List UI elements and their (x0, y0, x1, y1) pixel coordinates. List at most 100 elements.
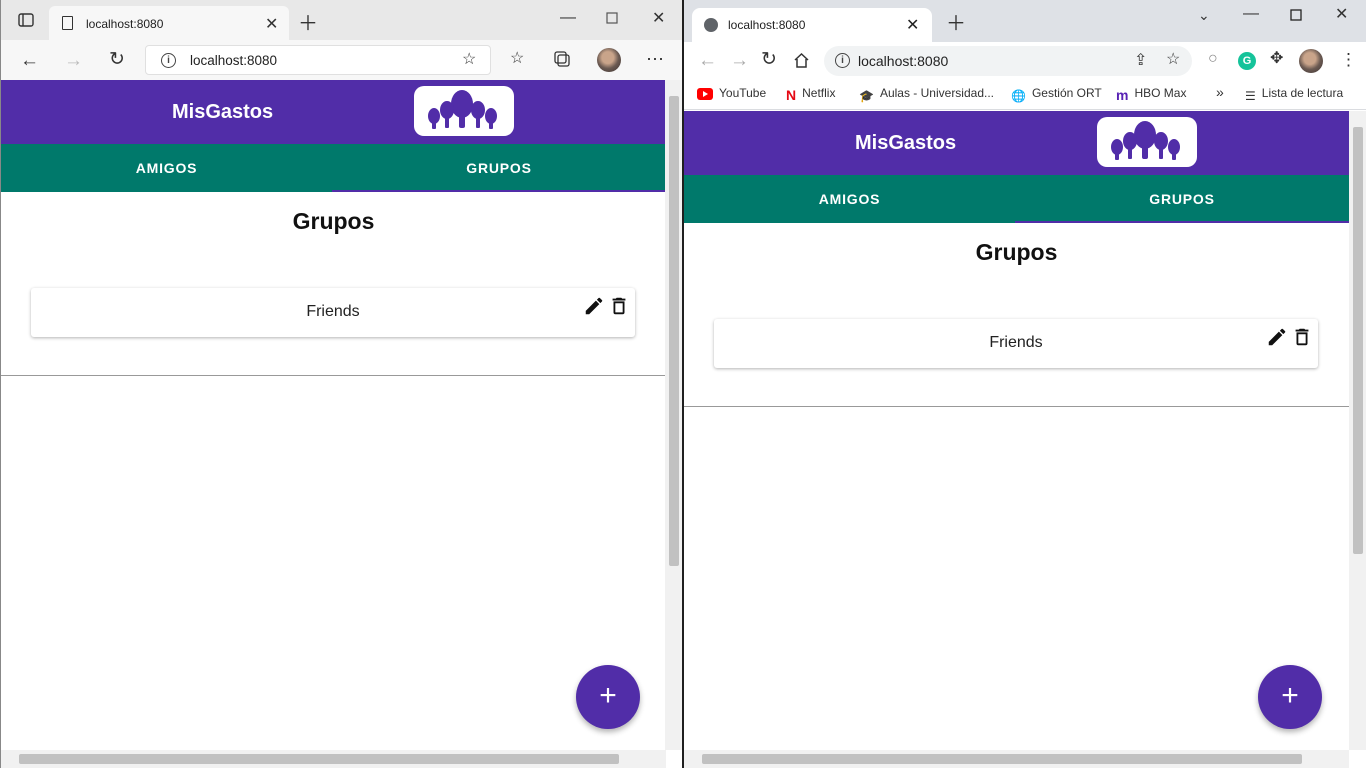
app-header: MisGastos (1, 80, 666, 144)
profile-avatar[interactable] (597, 48, 621, 72)
tab-bar: AMIGOS GRUPOS (684, 175, 1349, 223)
bookmark-aulas[interactable]: 🎓 Aulas - Universidad... (859, 86, 994, 103)
vertical-scrollbar[interactable] (1349, 111, 1366, 750)
edge-window: localhost:8080 ✕ ＋ — ✕ ← → ↻ i localhost… (0, 0, 682, 768)
group-name: Friends (306, 303, 360, 320)
more-icon[interactable]: ⋯ (646, 50, 664, 68)
profile-avatar[interactable] (1299, 49, 1323, 73)
url-text: localhost:8080 (858, 53, 949, 69)
bookmark-label: Aulas - Universidad... (879, 86, 994, 100)
bookmark-gestion-ort[interactable]: 🌐 Gestión ORT (1011, 86, 1102, 103)
globe-icon (704, 18, 718, 32)
extensions-puzzle-icon[interactable]: ✥ (1270, 51, 1283, 67)
menu-icon[interactable]: ⋮ (1340, 51, 1357, 68)
bookmark-star-icon[interactable]: ☆ (1166, 52, 1180, 68)
group-card[interactable]: Friends (714, 319, 1318, 368)
tab-title: localhost:8080 (728, 18, 806, 32)
bookmark-label: Netflix (802, 86, 836, 100)
app-title: MisGastos (172, 101, 274, 123)
divider (684, 406, 1349, 407)
vertical-scroll-thumb[interactable] (1353, 127, 1363, 554)
forward-icon[interactable]: → (730, 51, 749, 70)
delete-icon[interactable] (608, 295, 630, 317)
app-root: MisGastos AMIGOS GRUPOS Grupos Friends + (684, 111, 1349, 750)
bookmark-netflix[interactable]: N Netflix (786, 86, 835, 103)
bookmark-hbo-max[interactable]: m HBO Max (1116, 86, 1186, 103)
chrome-tab-strip: localhost:8080 ✕ ＋ ⌄ — ✕ (684, 0, 1366, 42)
edit-icon[interactable] (1266, 326, 1288, 348)
grammarly-icon[interactable]: G (1238, 52, 1256, 70)
horizontal-scroll-thumb[interactable] (19, 754, 619, 764)
reading-list-icon: ☰ (1245, 89, 1256, 103)
favorites-icon[interactable]: ☆ (510, 51, 524, 67)
site-info-icon[interactable]: i (161, 53, 176, 68)
back-icon[interactable]: ← (698, 51, 717, 70)
edge-toolbar: ← → ↻ i localhost:8080 ☆ ☆ ⋯ (1, 40, 682, 80)
add-group-button[interactable]: + (576, 665, 640, 729)
graduation-cap-icon: 🎓 (859, 89, 874, 103)
page-icon (62, 16, 73, 30)
tab-search-icon[interactable]: ⌄ (1198, 8, 1210, 22)
globe-icon: 🌐 (1011, 89, 1026, 103)
bookmark-label: Gestión ORT (1031, 86, 1102, 100)
chrome-toolbar: ← → ↻ i localhost:8080 ⇪ ☆ ○ G ✥ ⋮ (684, 42, 1366, 80)
group-name: Friends (989, 334, 1043, 351)
horizontal-scrollbar[interactable] (1, 750, 666, 768)
edge-tab[interactable]: localhost:8080 ✕ (49, 6, 289, 40)
tab-grupos[interactable]: GRUPOS (332, 144, 666, 192)
reading-list[interactable]: ☰ Lista de lectura (1245, 86, 1343, 103)
reading-list-label: Lista de lectura (1261, 86, 1344, 100)
group-card[interactable]: Friends (31, 288, 635, 337)
bookmark-label: YouTube (719, 86, 767, 100)
tab-close-icon[interactable]: ✕ (265, 14, 278, 34)
delete-icon[interactable] (1291, 326, 1313, 348)
edit-icon[interactable] (583, 295, 605, 317)
extension-circle-icon[interactable]: ○ (1208, 51, 1218, 67)
window-close-icon[interactable]: ✕ (1335, 7, 1348, 23)
forward-icon[interactable]: → (64, 51, 83, 70)
youtube-icon (697, 88, 713, 103)
tab-close-icon[interactable]: ✕ (906, 15, 919, 35)
divider (1, 375, 666, 376)
page-title: Grupos (975, 239, 1058, 265)
tab-amigos[interactable]: AMIGOS (684, 175, 1015, 223)
back-icon[interactable]: ← (20, 51, 39, 70)
horizontal-scroll-thumb[interactable] (702, 754, 1302, 764)
netflix-icon: N (786, 87, 797, 103)
more-bookmarks-icon[interactable]: » (1216, 84, 1224, 100)
minimize-icon[interactable]: — (560, 10, 576, 26)
window-close-icon[interactable]: ✕ (652, 11, 665, 27)
app-header: MisGastos (684, 111, 1349, 175)
add-group-button[interactable]: + (1258, 665, 1322, 729)
collections-icon[interactable] (554, 51, 571, 72)
reload-icon[interactable]: ↻ (761, 50, 777, 69)
app-logo (1097, 117, 1197, 167)
minimize-icon[interactable]: — (1243, 6, 1259, 22)
maximize-icon[interactable] (1290, 9, 1302, 25)
url-text: localhost:8080 (190, 53, 278, 68)
home-icon[interactable] (793, 52, 810, 73)
bookmarks-bar: YouTube N Netflix 🎓 Aulas - Universidad...… (684, 80, 1366, 110)
new-tab-icon[interactable]: ＋ (298, 14, 318, 34)
chrome-window: localhost:8080 ✕ ＋ ⌄ — ✕ ← → ↻ i localho… (684, 0, 1366, 768)
horizontal-scrollbar[interactable] (684, 750, 1349, 768)
reload-icon[interactable]: ↻ (109, 50, 125, 69)
vertical-scroll-thumb[interactable] (669, 96, 679, 566)
maximize-icon[interactable] (606, 12, 618, 28)
tab-bar: AMIGOS GRUPOS (1, 144, 666, 192)
tab-actions-icon[interactable] (18, 12, 34, 32)
chrome-tab[interactable]: localhost:8080 ✕ (692, 8, 932, 42)
favorite-add-icon[interactable]: ☆ (462, 52, 476, 68)
bookmark-youtube[interactable]: YouTube (697, 86, 766, 103)
bookmark-label: HBO Max (1134, 86, 1187, 100)
new-tab-icon[interactable]: ＋ (946, 14, 966, 34)
hbo-max-icon: m (1116, 87, 1129, 103)
tab-amigos[interactable]: AMIGOS (1, 144, 332, 192)
app-root: MisGastos AMIGOS GRUPOS Grupos Friends + (1, 80, 666, 750)
address-bar[interactable]: i localhost:8080 ☆ (145, 45, 491, 75)
site-info-icon[interactable]: i (835, 53, 850, 68)
share-icon[interactable]: ⇪ (1134, 53, 1147, 69)
vertical-scrollbar[interactable] (665, 80, 682, 750)
address-bar[interactable]: i localhost:8080 ⇪ ☆ (824, 46, 1192, 76)
tab-grupos[interactable]: GRUPOS (1015, 175, 1349, 223)
